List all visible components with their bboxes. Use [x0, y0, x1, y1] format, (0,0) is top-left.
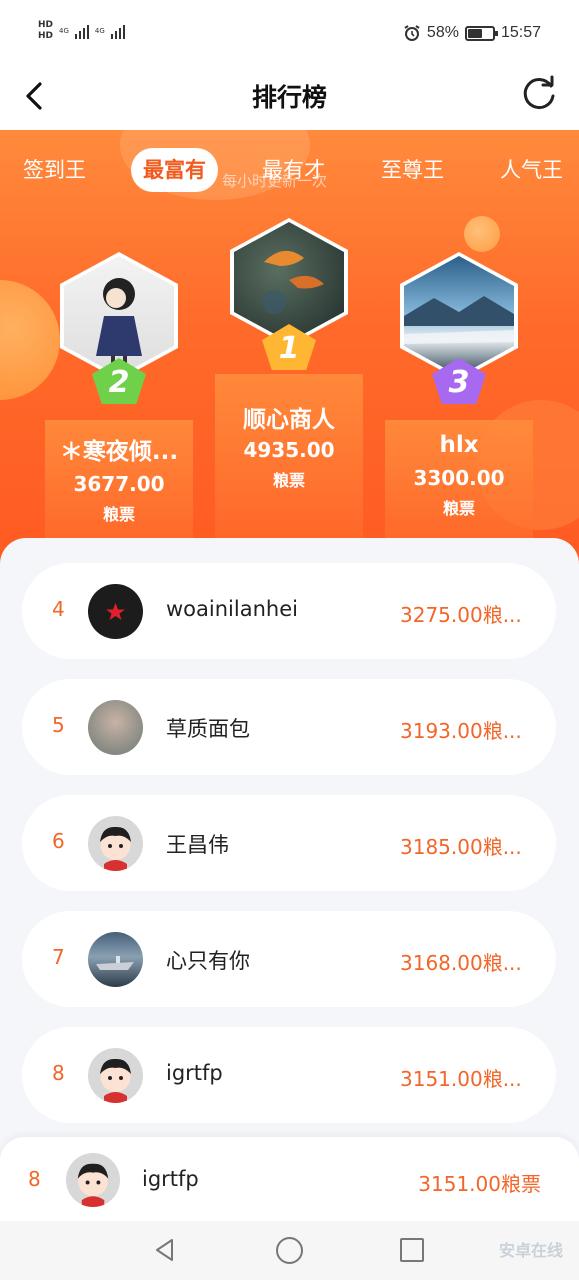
list-item-score: 3151.00粮...: [400, 1067, 522, 1091]
signal-icon-2: [110, 23, 125, 39]
status-bar: HD HD 4G 4G 58% 15:57: [0, 0, 579, 64]
list-item-score: 3168.00粮...: [400, 951, 522, 975]
signal-group: HD HD 4G 4G: [38, 20, 125, 42]
nav-back-icon[interactable]: [150, 1235, 180, 1265]
battery-percent: 58%: [426, 24, 459, 41]
podium-value-3: 3300.00: [413, 466, 505, 490]
podium-value-2: 3677.00: [73, 472, 165, 496]
alarm-icon: [404, 25, 420, 41]
podium-name-3: hlx: [439, 432, 479, 458]
tab-signin-king[interactable]: 签到王: [23, 148, 86, 192]
ranking-list: 4 woainilanhei 3275.00粮... 5 草质面包 3193.0…: [0, 538, 579, 1138]
list-item[interactable]: 4 woainilanhei 3275.00粮...: [22, 563, 556, 659]
cartoon-avatar-icon: [88, 1048, 143, 1103]
nav-recents-icon[interactable]: [400, 1238, 424, 1262]
tab-richest[interactable]: 最富有: [131, 148, 218, 192]
list-item-rank: 4: [52, 597, 65, 621]
list-item-name: woainilanhei: [166, 597, 298, 621]
list-item[interactable]: 6 王昌伟 3185.00粮...: [22, 795, 556, 891]
tab-most-talented[interactable]: 最有才: [262, 148, 325, 192]
list-item-name: 草质面包: [166, 717, 250, 741]
podium-name-2: ＊寒夜倾...: [59, 439, 179, 465]
list-item-rank: 8: [52, 1061, 65, 1085]
list-item-score: 3275.00粮...: [400, 603, 522, 627]
tab-supreme-king[interactable]: 至尊王: [381, 148, 444, 192]
list-item-score: 3193.00粮...: [400, 719, 522, 743]
status-right: 58% 15:57: [403, 24, 541, 42]
list-item[interactable]: 8 igrtfp 3151.00粮...: [22, 1027, 556, 1123]
my-rank-number: 8: [28, 1167, 41, 1191]
signal-icon: [74, 23, 89, 39]
list-item-rank: 5: [52, 713, 65, 737]
refresh-icon[interactable]: [519, 74, 559, 114]
cartoon-avatar-icon: [66, 1153, 120, 1207]
ship-avatar-icon: [88, 932, 143, 987]
photo-avatar-icon: [88, 700, 143, 755]
podium-unit-3: 粮票: [442, 499, 475, 518]
hd-label-2: HD: [38, 31, 54, 41]
list-item[interactable]: 7 心只有你 3168.00粮...: [22, 911, 556, 1007]
network-label-2: 4G: [94, 26, 105, 35]
clock: 15:57: [500, 24, 541, 41]
hd-indicator: HD HD: [38, 20, 53, 42]
decor-circle: [464, 216, 500, 252]
my-score: 3151.00粮票: [418, 1172, 541, 1196]
tab-popularity-king[interactable]: 人气王: [500, 148, 563, 192]
list-item-name: 心只有你: [166, 949, 250, 973]
podium-name-1: 顺心商人: [243, 407, 335, 433]
my-rank-bar[interactable]: 8 igrtfp 3151.00粮票: [0, 1137, 579, 1221]
podium-unit-2: 粮票: [102, 505, 135, 524]
battery-icon: [464, 25, 498, 41]
ranking-hero: 每小时更新一次 签到王 最富有 最有才 至尊王 人气王 2 ＊寒夜倾... 36…: [0, 130, 579, 570]
my-name: igrtfp: [142, 1167, 199, 1191]
podium-value-1: 4935.00: [243, 438, 335, 462]
system-nav-bar: 安卓在线: [0, 1221, 579, 1280]
nav-home-icon[interactable]: [276, 1237, 303, 1264]
list-item-score: 3185.00粮...: [400, 835, 522, 859]
decor-circle: [0, 280, 60, 400]
star-avatar-icon: [88, 584, 143, 639]
network-label-1: 4G: [59, 26, 69, 35]
app-header: 排行榜: [0, 64, 579, 130]
page-title: 排行榜: [251, 83, 327, 112]
list-item-rank: 7: [52, 945, 65, 969]
watermark-logo: 安卓在线: [498, 1241, 563, 1260]
category-tabs: 签到王 最富有 最有才 至尊王 人气王: [0, 148, 579, 192]
list-item-name: igrtfp: [166, 1061, 223, 1085]
hd-label-1: HD: [38, 20, 54, 30]
list-item-name: 王昌伟: [166, 833, 229, 857]
list-item-rank: 6: [52, 829, 65, 853]
cartoon-avatar-icon: [88, 816, 143, 871]
podium-unit-1: 粮票: [272, 471, 305, 490]
list-item[interactable]: 5 草质面包 3193.00粮...: [22, 679, 556, 775]
